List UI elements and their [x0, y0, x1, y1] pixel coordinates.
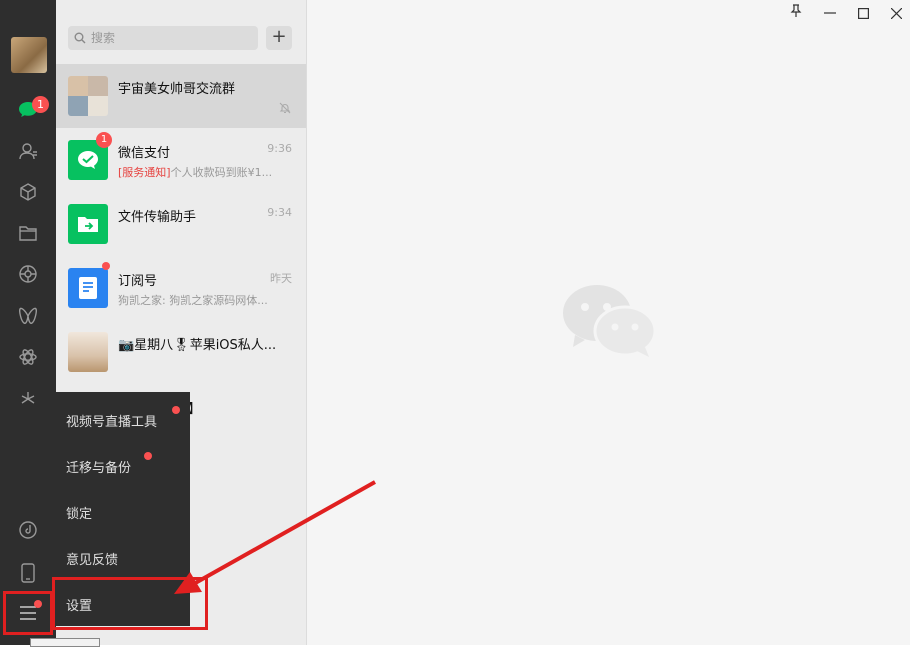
chat-time: 9:36: [267, 142, 292, 155]
chat-preview: 狗凯之家: 狗凯之家源码网体...: [118, 294, 268, 307]
pin-icon[interactable]: [790, 4, 802, 18]
unread-badge: 1: [96, 132, 112, 148]
chat-name: 订阅号: [118, 274, 158, 289]
chat-item[interactable]: 宇宙美女帅哥交流群: [56, 64, 306, 128]
file-transfer-icon: [78, 217, 98, 232]
annotation-arrow: [174, 480, 376, 594]
chat-time: 9:34: [267, 206, 292, 219]
chat-item[interactable]: 订阅号 昨天 狗凯之家: 狗凯之家源码网体...: [56, 256, 306, 320]
preview-text: 个人收款码到账¥1...: [170, 166, 273, 179]
chat-unread-badge: 1: [32, 96, 49, 113]
wechat-logo-icon: [563, 285, 657, 357]
menu-dot: [144, 452, 152, 460]
chat-time: 昨天: [270, 272, 292, 285]
chat-name: 文件传输助手: [118, 210, 197, 225]
search-placeholder: 搜索: [91, 31, 116, 45]
group-avatar: [68, 76, 108, 116]
user-avatar[interactable]: [11, 37, 47, 73]
tooltip: [30, 638, 100, 647]
menu-dot: [172, 406, 180, 414]
folder-icon[interactable]: [16, 221, 40, 245]
menu-item-migrate-backup[interactable]: 迁移与备份: [66, 457, 131, 476]
menu-item-live-tools[interactable]: 视频号直播工具: [66, 411, 157, 430]
mute-bell-icon: [279, 102, 291, 114]
contacts-icon[interactable]: [16, 139, 40, 163]
subscriptions-icon: [79, 277, 97, 299]
search-icon: [74, 32, 86, 44]
collection-icon[interactable]: [16, 180, 40, 204]
menu-item-feedback[interactable]: 意见反馈: [66, 549, 118, 568]
channels-icon[interactable]: [16, 304, 40, 328]
file-transfer-avatar: [68, 204, 108, 244]
moments-icon[interactable]: [16, 262, 40, 286]
chat-name: 📷星期八🎖苹果iOS私人...: [118, 338, 277, 353]
add-chat-button[interactable]: +: [266, 26, 292, 50]
chat-preview: [服务通知]个人收款码到账¥1...: [118, 164, 294, 180]
phone-link-icon[interactable]: [16, 518, 40, 542]
chat-name: 微信支付: [118, 146, 171, 161]
unread-dot: [102, 262, 110, 270]
minimize-icon[interactable]: [824, 12, 836, 14]
maximize-icon[interactable]: [858, 8, 869, 19]
search-discover-icon[interactable]: [16, 345, 40, 369]
close-icon[interactable]: [891, 8, 902, 19]
mobile-icon[interactable]: [16, 561, 40, 585]
search-input[interactable]: 搜索: [68, 26, 258, 50]
chat-item[interactable]: 文件传输助手 9:34: [56, 192, 306, 256]
highlight-menu-button: [3, 591, 53, 635]
wechat-pay-icon: [78, 151, 98, 169]
menu-item-lock[interactable]: 锁定: [66, 503, 92, 522]
nav-sidebar: 1: [0, 0, 56, 645]
subscriptions-avatar: [68, 268, 108, 308]
chat-main-area: [307, 0, 910, 645]
chat-name: 宇宙美女帅哥交流群: [118, 82, 236, 97]
preview-tag: [服务通知]: [118, 166, 171, 179]
chat-item[interactable]: 1 微信支付 9:36 [服务通知]个人收款码到账¥1...: [56, 128, 306, 192]
contact-avatar: [68, 332, 108, 372]
mini-programs-icon[interactable]: [16, 387, 40, 411]
chat-item[interactable]: 📷星期八🎖苹果iOS私人...: [56, 320, 306, 384]
